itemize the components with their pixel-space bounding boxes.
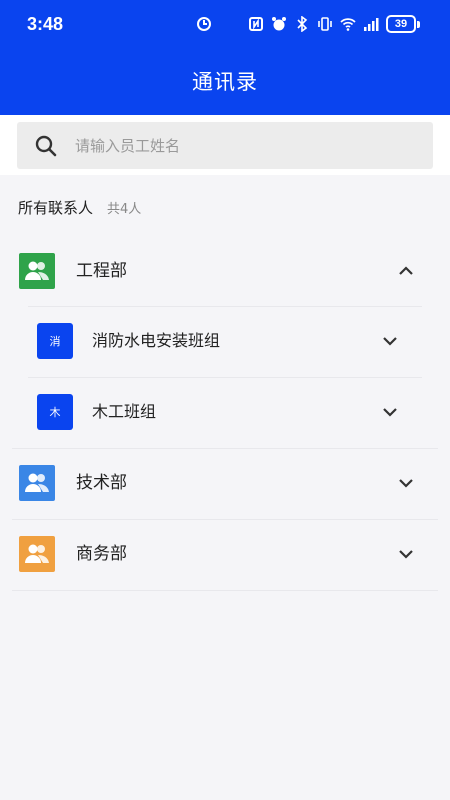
app-header: 3:48 39 通讯录: [0, 0, 450, 115]
status-time: 3:48: [27, 14, 64, 34]
chevron-down-icon[interactable]: [381, 332, 399, 350]
search-icon: [35, 135, 57, 157]
status-icons: 39: [196, 15, 420, 33]
contacts-icon: [19, 253, 55, 289]
team-label: 木工班组: [92, 402, 157, 421]
team-badge: 消: [37, 323, 73, 359]
bluetooth-vibrate-icon: [297, 16, 308, 32]
dept-row-technology[interactable]: 技术部: [0, 448, 450, 518]
search-box[interactable]: [17, 122, 433, 169]
chevron-down-icon[interactable]: [397, 474, 415, 492]
search-bar: [0, 115, 450, 175]
vibrate-icon: [318, 17, 332, 31]
page-title: 通讯录: [192, 70, 258, 94]
chevron-down-icon[interactable]: [381, 403, 399, 421]
contacts-icon: [19, 465, 55, 501]
battery-icon: 39: [386, 15, 420, 33]
signal-icon: [364, 18, 379, 31]
dept-row-business[interactable]: 商务部: [0, 519, 450, 589]
team-label: 消防水电安装班组: [92, 331, 221, 350]
search-input[interactable]: [75, 122, 415, 169]
chevron-down-icon[interactable]: [397, 545, 415, 563]
contacts-icon: [19, 536, 55, 572]
status-bar: 3:48 39: [0, 0, 450, 52]
battery-level: 39: [386, 15, 416, 33]
dept-row-engineering[interactable]: 工程部: [0, 236, 450, 306]
team-badge: 木: [37, 394, 73, 430]
nfc-icon: [249, 17, 263, 31]
contacts-count: 共4人: [107, 202, 142, 217]
data-saver-icon: [197, 17, 211, 31]
dept-label: 工程部: [76, 261, 127, 281]
wifi-icon: [340, 18, 356, 31]
divider: [12, 590, 438, 591]
chevron-up-icon[interactable]: [397, 262, 415, 280]
contacts-summary: 所有联系人 共4人: [18, 197, 141, 218]
dept-label: 技术部: [76, 473, 127, 493]
team-row-carpentry[interactable]: 木 木工班组: [0, 377, 450, 447]
alarm-icon: [272, 17, 286, 31]
all-contacts-label: 所有联系人: [18, 199, 94, 217]
team-row-fire-plumbing[interactable]: 消 消防水电安装班组: [0, 306, 450, 376]
dept-label: 商务部: [76, 544, 127, 564]
